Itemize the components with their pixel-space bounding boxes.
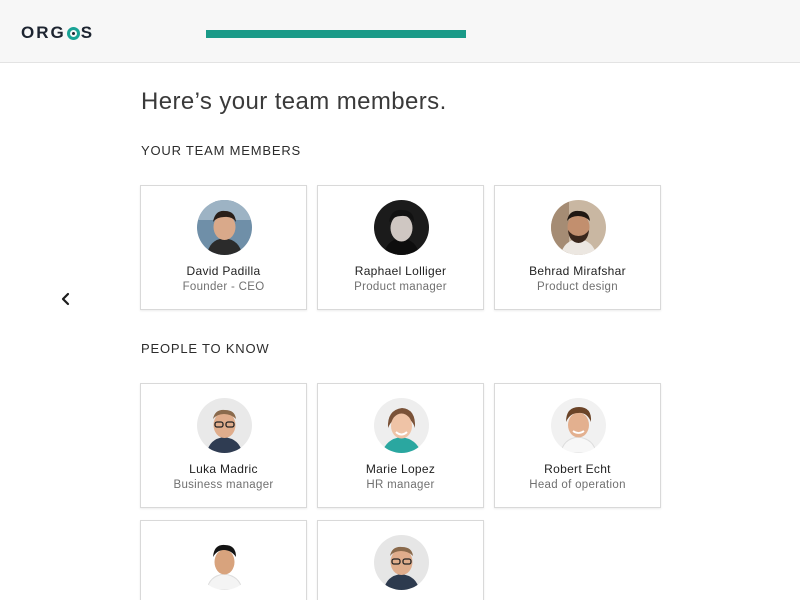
member-card[interactable]: Raphael Lolliger Product manager [317, 185, 484, 310]
avatar [197, 398, 252, 453]
avatar [197, 200, 252, 255]
person-name: Robert Echt [544, 462, 611, 476]
member-name: David Padilla [186, 264, 261, 278]
onboarding-progress-bar [206, 30, 466, 38]
top-bar: ORG S [0, 0, 800, 63]
person-role: HR manager [366, 479, 435, 491]
member-role: Founder - CEO [182, 281, 265, 293]
avatar [551, 398, 606, 453]
section-label-people: PEOPLE TO KNOW [141, 341, 270, 356]
person-role: Business manager [173, 479, 274, 491]
member-role: Product manager [354, 281, 447, 293]
avatar [374, 398, 429, 453]
person-card[interactable] [317, 520, 484, 600]
person-card[interactable]: Robert Echt Head of operation [494, 383, 661, 508]
person-card[interactable]: Marie Lopez HR manager [317, 383, 484, 508]
avatar [374, 535, 429, 590]
orgos-logo[interactable]: ORG S [21, 22, 94, 44]
person-name: Luka Madric [189, 462, 258, 476]
person-role: Head of operation [529, 479, 626, 491]
logo-text-org: ORG [21, 23, 66, 42]
member-name: Raphael Lolliger [354, 264, 447, 278]
chevron-left-icon[interactable] [58, 290, 74, 308]
progress-fill [206, 30, 466, 38]
avatar [197, 535, 252, 590]
avatar [551, 200, 606, 255]
logo-text-s: S [80, 23, 95, 42]
person-card[interactable] [140, 520, 307, 600]
logo-ring-icon [66, 26, 80, 40]
avatar [374, 200, 429, 255]
person-name: Marie Lopez [365, 462, 436, 476]
member-role: Product design [537, 281, 618, 293]
page-title: Here’s your team members. [141, 88, 447, 115]
person-card[interactable]: Luka Madric Business manager [140, 383, 307, 508]
section-label-team: YOUR TEAM MEMBERS [141, 143, 301, 158]
member-name: Behrad Mirafshar [529, 264, 626, 278]
member-card[interactable]: Behrad Mirafshar Product design [494, 185, 661, 310]
member-card[interactable]: David Padilla Founder - CEO [140, 185, 307, 310]
